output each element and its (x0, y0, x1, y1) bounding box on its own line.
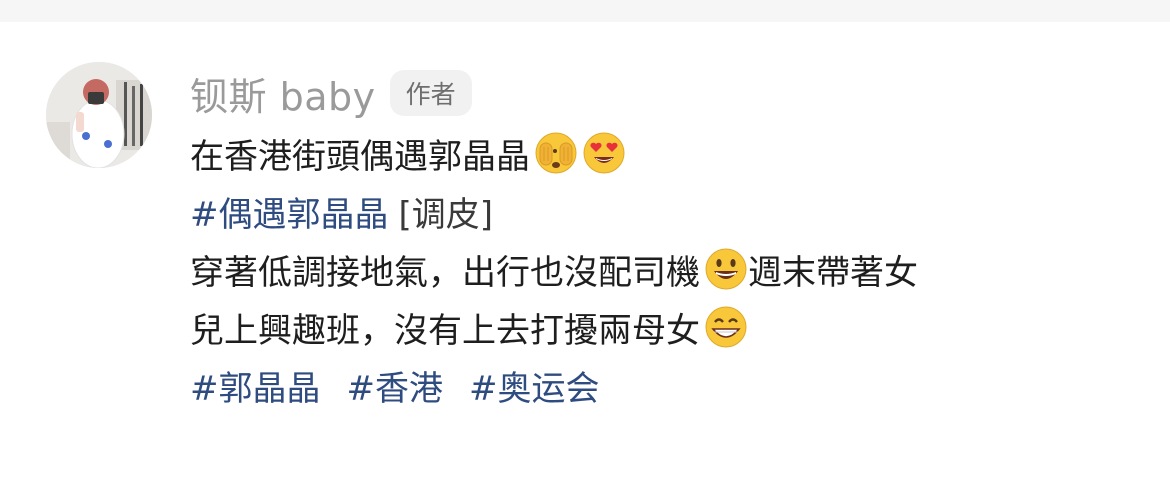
comment-body: 在香港街頭偶遇郭晶晶 #偶遇郭晶晶 [调皮] 穿著低調接地氣，出行也沒配司機 週… (190, 124, 1130, 414)
top-divider-strip (0, 0, 1170, 22)
sticker-placeholder-text: [调皮] (398, 194, 494, 235)
hashtag-link[interactable]: #偶遇郭晶晶 (190, 187, 389, 236)
comment-text: 在香港街頭偶遇郭晶晶 (190, 136, 530, 177)
comment-text: 兒上興趣班，沒有上去打擾兩母女 (190, 310, 700, 351)
heart-eyes-emoji (582, 131, 626, 175)
comment-line-1: 在香港街頭偶遇郭晶晶 (190, 124, 1130, 182)
hashtag-link[interactable]: #奥运会 (469, 361, 600, 410)
author-badge: 作者 (389, 70, 472, 116)
hashtag-row: #郭晶晶 #香港 #奥运会 (190, 356, 1130, 414)
face-with-peeking-eye-emoji (534, 131, 578, 175)
grinning-face-emoji (704, 305, 748, 349)
smiling-face-open-mouth-emoji (704, 247, 748, 291)
hashtag-link[interactable]: #香港 (347, 361, 444, 410)
username[interactable]: 钡斯 baby (190, 66, 376, 121)
comment-line-2: #偶遇郭晶晶 [调皮] (190, 182, 1130, 240)
avatar[interactable] (46, 62, 152, 168)
comment-text: 穿著低調接地氣，出行也沒配司機 (190, 252, 700, 293)
comment-card: 钡斯 baby 作者 在香港街頭偶遇郭晶晶 #偶遇郭晶晶 [调皮] 穿著低調接地… (0, 22, 1170, 496)
comment-header: 钡斯 baby 作者 (190, 66, 472, 120)
comment-text: 週末帶著女 (748, 252, 918, 293)
hashtag-link[interactable]: #郭晶晶 (190, 361, 321, 410)
comment-line-3: 穿著低調接地氣，出行也沒配司機 週末帶著女 (190, 240, 1130, 298)
comment-line-4: 兒上興趣班，沒有上去打擾兩母女 (190, 298, 1130, 356)
